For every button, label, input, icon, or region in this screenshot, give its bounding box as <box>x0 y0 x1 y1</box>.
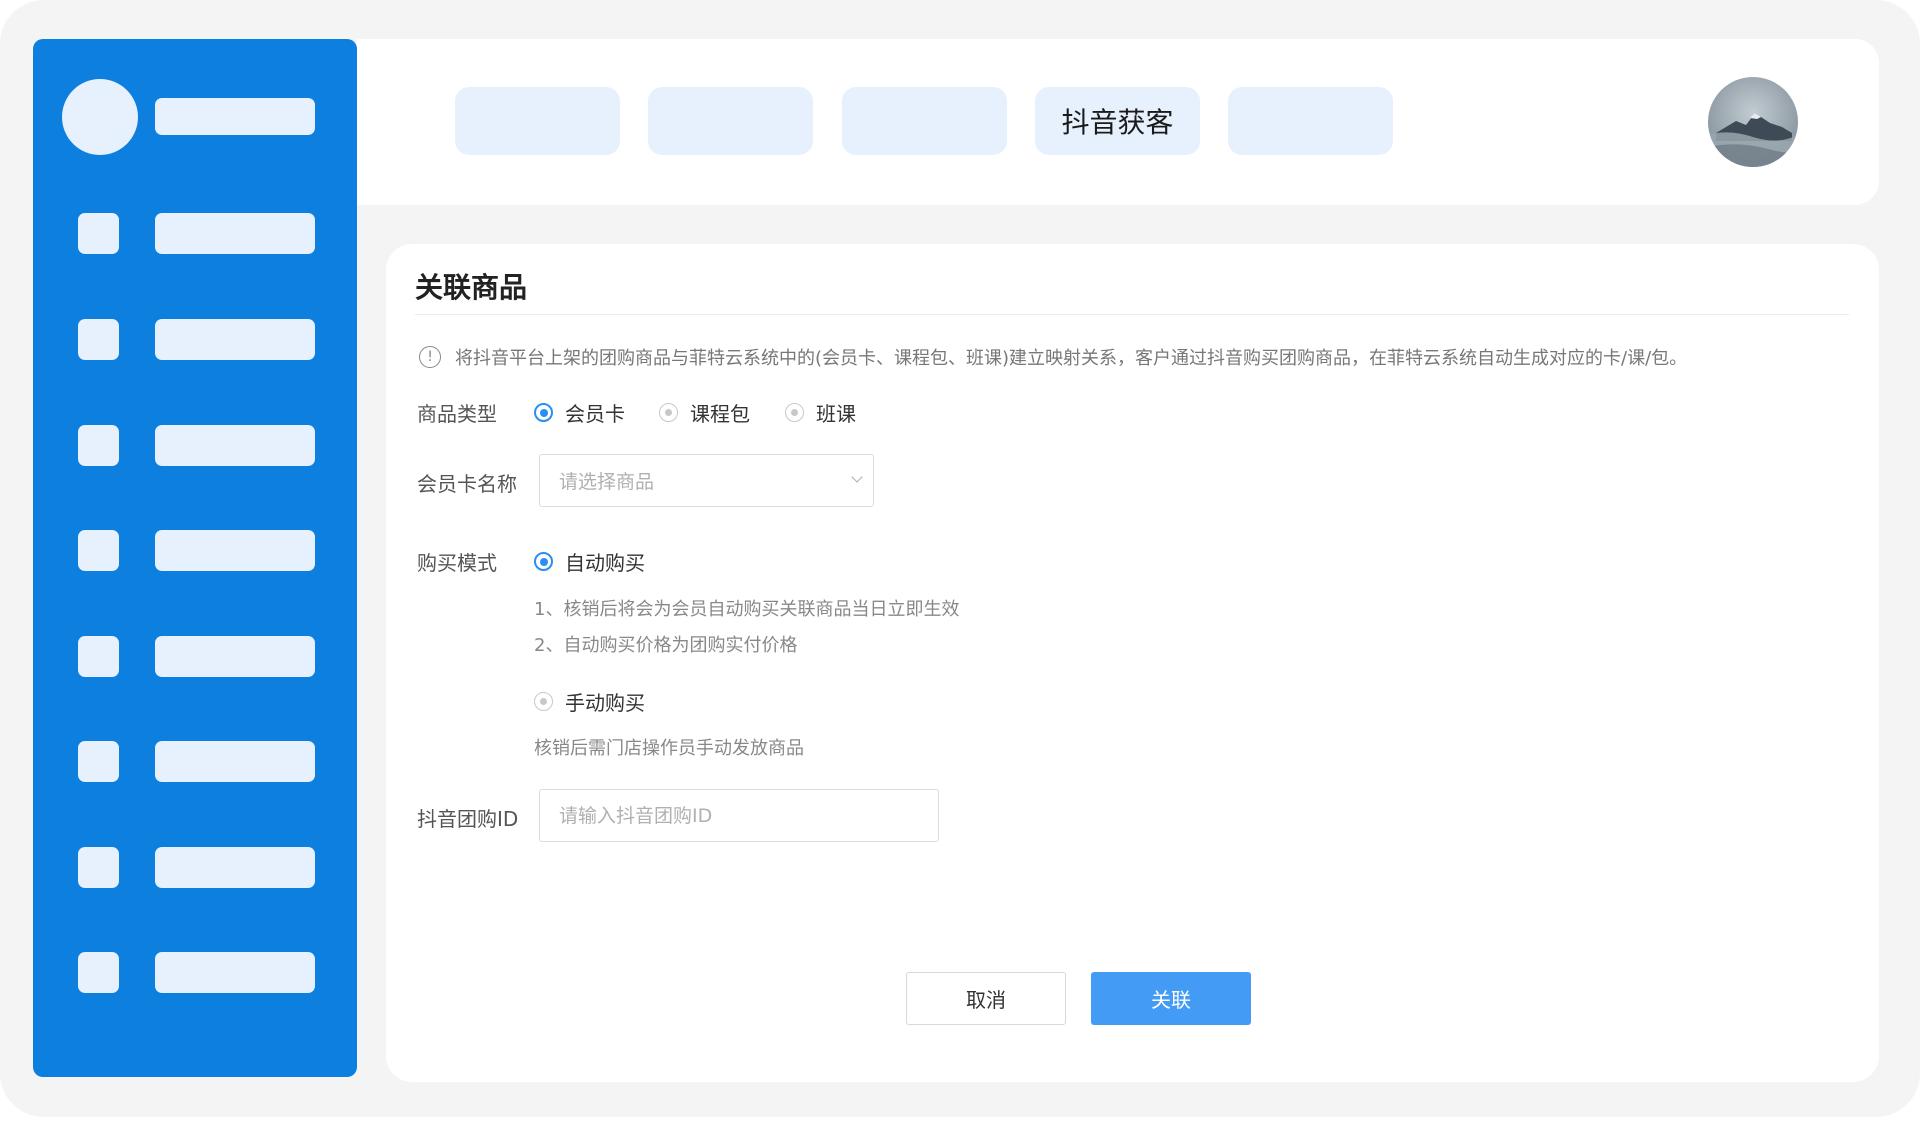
radio-unchecked-icon <box>785 403 804 422</box>
sidebar-item-label-placeholder <box>155 213 315 254</box>
card-name-label: 会员卡名称 <box>417 472 517 496</box>
radio-checked-icon <box>534 403 553 422</box>
groupbuy-id-label: 抖音团购ID <box>417 807 519 831</box>
nav-tab-3[interactable] <box>842 87 1007 155</box>
nav-tab-1[interactable] <box>455 87 620 155</box>
sidebar-item[interactable] <box>33 636 357 677</box>
purchase-mode-label: 购买模式 <box>417 551 497 575</box>
sidebar-item-icon <box>78 636 119 677</box>
sidebar-item-label-placeholder <box>155 952 315 993</box>
sidebar-item-label-placeholder <box>155 847 315 888</box>
sidebar-item-icon <box>78 847 119 888</box>
sidebar-item-label-placeholder <box>155 636 315 677</box>
user-avatar[interactable] <box>1708 77 1798 167</box>
app-frame: 抖音获客 关联商品 ! 将抖音平台上架的团购商品与菲特云系统中的(会员卡、课程包… <box>0 0 1920 1117</box>
sidebar-item-label-placeholder <box>155 319 315 360</box>
sidebar-username-placeholder <box>155 98 315 135</box>
radio-label: 课程包 <box>690 402 750 426</box>
radio-auto-purchase[interactable]: 自动购买 <box>534 547 645 576</box>
sidebar-item-icon <box>78 530 119 571</box>
radio-unchecked-icon <box>659 403 678 422</box>
auto-purchase-hint-1: 1、核销后将会为会员自动购买关联商品当日立即生效 <box>534 599 960 620</box>
sidebar <box>33 39 357 1077</box>
sidebar-avatar-placeholder <box>62 79 138 155</box>
radio-class-course[interactable]: 班课 <box>785 398 856 427</box>
auto-purchase-hint-2: 2、自动购买价格为团购实付价格 <box>534 635 798 656</box>
radio-label: 班课 <box>816 402 856 426</box>
radio-unchecked-icon <box>534 692 553 711</box>
sidebar-item-icon <box>78 425 119 466</box>
radio-manual-purchase[interactable]: 手动购买 <box>534 687 645 716</box>
sidebar-item[interactable] <box>33 319 357 360</box>
sidebar-item[interactable] <box>33 213 357 254</box>
cancel-button[interactable]: 取消 <box>906 972 1066 1025</box>
sidebar-item[interactable] <box>33 741 357 782</box>
radio-label: 手动购买 <box>565 691 645 715</box>
sidebar-item-label-placeholder <box>155 741 315 782</box>
radio-member-card[interactable]: 会员卡 <box>534 398 625 427</box>
sidebar-item-icon <box>78 741 119 782</box>
manual-purchase-hint: 核销后需门店操作员手动发放商品 <box>534 738 804 759</box>
nav-tab-2[interactable] <box>648 87 813 155</box>
nav-tab-douyin[interactable]: 抖音获客 <box>1035 87 1200 155</box>
notice: ! 将抖音平台上架的团购商品与菲特云系统中的(会员卡、课程包、班课)建立映射关系… <box>419 344 1687 370</box>
radio-label: 自动购买 <box>565 551 645 575</box>
product-type-label: 商品类型 <box>417 402 497 426</box>
radio-checked-icon <box>534 552 553 571</box>
sidebar-item[interactable] <box>33 847 357 888</box>
sidebar-item-icon <box>78 319 119 360</box>
select-placeholder: 请选择商品 <box>559 471 655 493</box>
title-divider <box>415 314 1849 315</box>
card-name-select[interactable]: 请选择商品 <box>539 454 874 507</box>
radio-label: 会员卡 <box>565 402 625 426</box>
radio-course-package[interactable]: 课程包 <box>659 398 750 427</box>
link-button[interactable]: 关联 <box>1091 972 1251 1025</box>
top-header: 抖音获客 <box>357 39 1879 205</box>
info-icon: ! <box>419 346 441 368</box>
sidebar-item-label-placeholder <box>155 530 315 571</box>
groupbuy-id-input[interactable] <box>539 789 939 842</box>
nav-tab-5[interactable] <box>1228 87 1393 155</box>
sidebar-item[interactable] <box>33 425 357 466</box>
mountain-avatar-image <box>1708 77 1798 167</box>
sidebar-item[interactable] <box>33 952 357 993</box>
sidebar-item-icon <box>78 213 119 254</box>
notice-text: 将抖音平台上架的团购商品与菲特云系统中的(会员卡、课程包、班课)建立映射关系，客… <box>455 348 1688 369</box>
sidebar-item[interactable] <box>33 530 357 571</box>
link-product-card: 关联商品 ! 将抖音平台上架的团购商品与菲特云系统中的(会员卡、课程包、班课)建… <box>386 244 1879 1082</box>
chevron-down-icon <box>851 471 863 483</box>
page-title: 关联商品 <box>415 271 528 304</box>
sidebar-item-icon <box>78 952 119 993</box>
sidebar-item-label-placeholder <box>155 425 315 466</box>
